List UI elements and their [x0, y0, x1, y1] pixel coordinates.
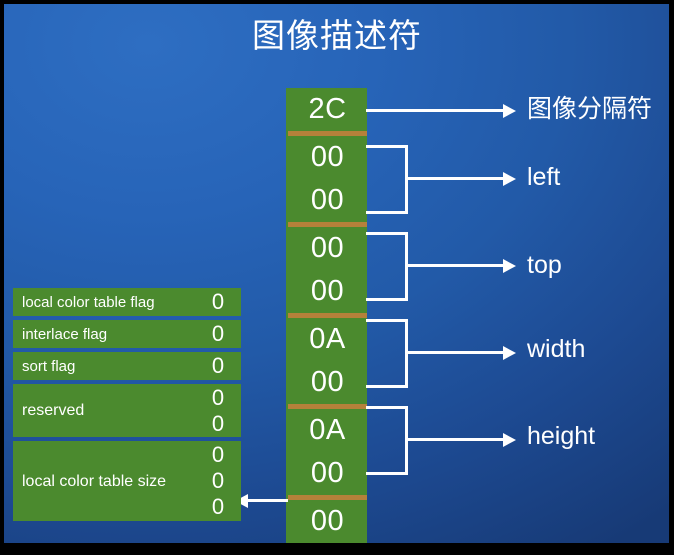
callout-label-image-separator: 图像分隔符	[527, 95, 653, 123]
byte-cell-height-1: 00	[288, 452, 367, 500]
byte-cell-image-separator-0: 2C	[288, 88, 367, 136]
flag-bit: 0	[211, 353, 225, 378]
byte-cell-height-0: 0A	[288, 409, 367, 452]
flag-row-interlace-flag: interlace flag 0	[13, 320, 241, 348]
flag-row-reserved: reserved 0 0	[13, 384, 241, 437]
byte-column: 2C 00 00 00 00 0A 00 0A 00 00	[286, 88, 367, 543]
slide-canvas: 图像描述符 2C 00 00 00 00 0A 00 0A 00 00 图像分隔…	[0, 0, 674, 555]
flag-row-sort-flag: sort flag 0	[13, 352, 241, 380]
flag-bit: 0	[211, 289, 225, 314]
page-title: 图像描述符	[252, 17, 422, 54]
byte-cell-left-0: 00	[288, 136, 367, 179]
frame-edge-right	[669, 0, 674, 555]
flag-bits: 0	[195, 321, 241, 347]
flag-bit: 0	[211, 384, 225, 410]
flag-label: reserved	[22, 402, 85, 419]
byte-cell-width-1: 00	[288, 361, 367, 409]
callout-label-height: height	[527, 422, 596, 450]
frame-edge-bottom	[0, 543, 674, 555]
flag-table: local color table flag 0 interlace flag …	[13, 288, 241, 525]
callout-label-left: left	[527, 163, 561, 191]
flag-bits: 0 0 0	[195, 442, 241, 520]
flag-bit: 0	[211, 410, 225, 436]
flag-bits: 0	[195, 289, 241, 315]
byte-cell-left-1: 00	[288, 179, 367, 227]
callout-label-width: width	[527, 335, 586, 363]
flag-bit: 0	[211, 442, 225, 467]
byte-cell-width-0: 0A	[288, 318, 367, 361]
flag-label: local color table flag	[22, 293, 155, 311]
callout-label-top: top	[527, 251, 562, 279]
flag-bits: 0 0	[195, 385, 241, 437]
flag-row-local-color-table-size: local color table size 0 0 0	[13, 441, 241, 521]
flag-bit: 0	[211, 468, 225, 493]
byte-cell-packed-field-0: 00	[288, 500, 367, 543]
flag-bit: 0	[211, 494, 225, 519]
frame-edge-top	[0, 0, 674, 4]
flag-row-local-color-table-flag: local color table flag 0	[13, 288, 241, 316]
flag-label: local color table size	[22, 472, 167, 490]
byte-cell-top-0: 00	[288, 227, 367, 270]
flag-label: sort flag	[22, 357, 76, 375]
flag-label: interlace flag	[22, 325, 108, 343]
frame-edge-left	[0, 0, 4, 555]
flag-bits: 0	[195, 353, 241, 379]
flag-bit: 0	[211, 321, 225, 346]
byte-cell-top-1: 00	[288, 270, 367, 318]
